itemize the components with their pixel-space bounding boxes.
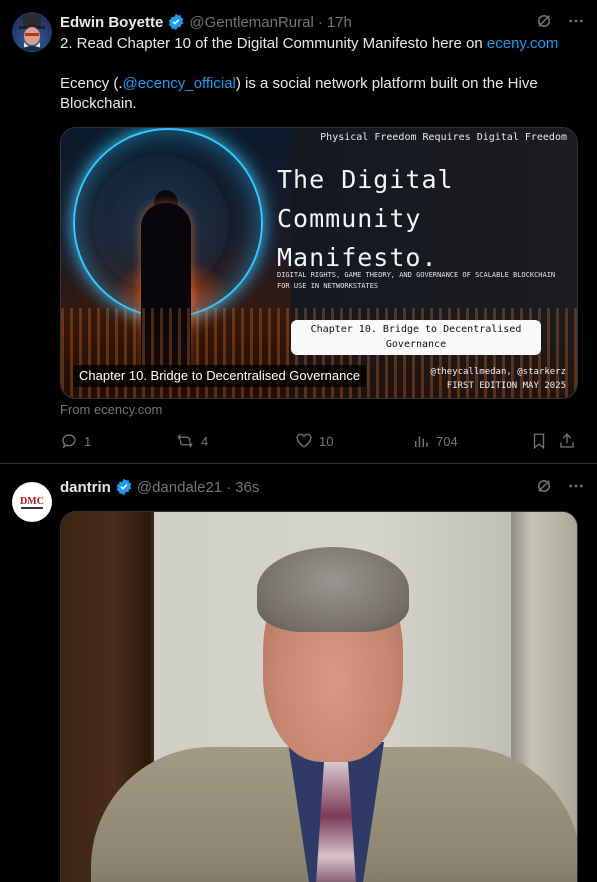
repost-icon [175, 432, 195, 450]
tweet-header: Edwin Boyette @GentlemanRural · 17h [60, 12, 585, 32]
author-handle[interactable]: @dandale21 [137, 479, 222, 496]
views-count: 704 [436, 433, 458, 449]
card-source[interactable]: From ecency.com [60, 402, 162, 417]
chapter-pill: Chapter 10. Bridge to Decentralised Gove… [291, 320, 541, 355]
author-name[interactable]: dantrin [60, 479, 111, 496]
verified-badge-icon[interactable] [167, 13, 185, 31]
more-options-icon[interactable] [567, 12, 585, 34]
avatar[interactable]: DMC [12, 482, 52, 522]
bookmark-button[interactable] [530, 432, 548, 450]
reply-button[interactable]: 1 [60, 432, 91, 450]
tweet-actions: 1 4 10 704 [60, 430, 580, 452]
chapter-pill-line: Governance [385, 339, 447, 350]
tweet-edwin-boyette[interactable]: Edwin Boyette @GentlemanRural · 17h 2. R… [0, 0, 597, 464]
text-span: Ecency (. [60, 75, 123, 92]
video-hair [257, 547, 409, 632]
avatar-text: DMC [20, 496, 44, 507]
like-button[interactable]: 10 [295, 432, 333, 450]
repost-count: 4 [201, 433, 209, 449]
tweet-text-line1: 2. Read Chapter 10 of the Digital Commun… [60, 34, 581, 54]
author-name[interactable]: Edwin Boyette [60, 14, 163, 31]
author-handle[interactable]: @GentlemanRural [189, 14, 313, 31]
separator-dot: · [317, 13, 323, 31]
views-button[interactable]: 704 [412, 432, 458, 450]
reply-count: 1 [84, 433, 92, 449]
avatar[interactable] [12, 12, 52, 52]
timestamp[interactable]: 17h [327, 14, 352, 31]
verified-badge-icon[interactable] [115, 478, 133, 496]
card-title-line: Community [277, 204, 422, 233]
mention-ecency-official[interactable]: @ecency_official [123, 75, 236, 92]
dmc-logo-icon: DMC [17, 492, 47, 512]
tweet-text-line2: Ecency (.@ecency_official) is a social n… [60, 74, 581, 114]
card-title: The Digital Community Manifesto. [277, 160, 454, 277]
separator-dot: · [226, 478, 232, 496]
card-title-line: The Digital [277, 165, 454, 194]
views-icon [412, 432, 430, 450]
top-hat-portrait-icon [16, 14, 48, 52]
heart-icon [295, 432, 313, 450]
share-button[interactable] [558, 432, 576, 450]
tweet-dantrin[interactable]: DMC dantrin @dandale21 · 36s [0, 465, 597, 882]
card-tagline: Physical Freedom Requires Digital Freedo… [320, 132, 567, 143]
card-subtitle: DIGITAL RIGHTS, GAME THEORY, AND GOVERNA… [277, 271, 556, 290]
text-span: 2. Read Chapter 10 of the Digital Commun… [60, 35, 487, 52]
share-icon [558, 432, 576, 450]
more-options-icon[interactable] [567, 477, 585, 499]
like-count: 10 [319, 433, 334, 449]
timestamp[interactable]: 36s [235, 479, 259, 496]
grok-icon[interactable] [535, 12, 553, 34]
repost-button[interactable]: 4 [175, 432, 208, 450]
card-caption: Chapter 10. Bridge to Decentralised Gove… [73, 365, 367, 387]
chapter-pill-line: Chapter 10. Bridge to Decentralised [310, 324, 522, 335]
link-eceny[interactable]: eceny.com [487, 35, 558, 52]
credits-authors: @theycallmedan, @starkerz [430, 367, 566, 377]
bookmark-icon [530, 432, 548, 450]
grok-icon[interactable] [535, 477, 553, 499]
tweet-header: dantrin @dandale21 · 36s [60, 477, 585, 497]
card-credits: @theycallmedan, @starkerz FIRST EDITION … [391, 365, 566, 393]
reply-icon [60, 432, 78, 450]
credits-edition: FIRST EDITION MAY 2025 [446, 381, 566, 391]
link-preview-card[interactable]: Physical Freedom Requires Digital Freedo… [60, 127, 578, 399]
video-player[interactable] [60, 511, 578, 882]
